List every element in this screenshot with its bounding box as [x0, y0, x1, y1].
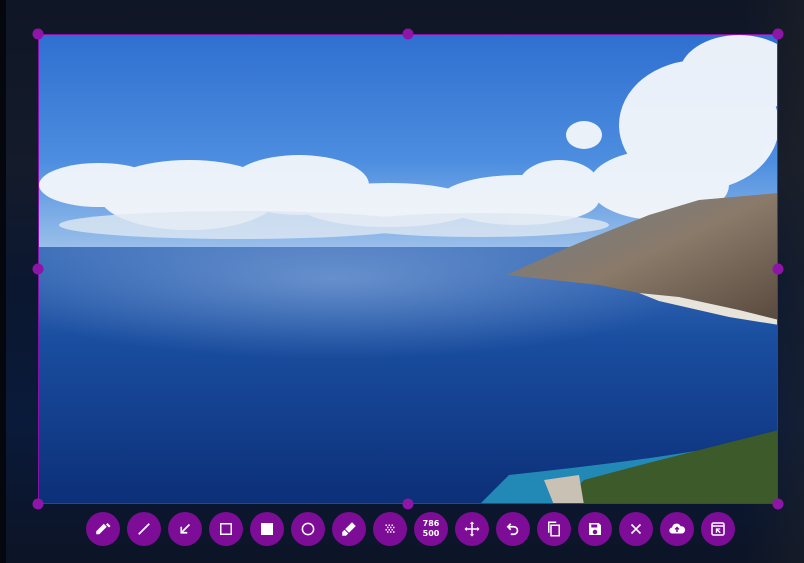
- handle-top-right[interactable]: [772, 28, 784, 40]
- backdrop-edge: [0, 0, 6, 563]
- handle-bottom-left[interactable]: [32, 498, 44, 510]
- marker-tool-button[interactable]: [332, 512, 366, 546]
- copy-icon: [548, 521, 560, 537]
- handle-top-left[interactable]: [32, 28, 44, 40]
- close-icon: [630, 523, 642, 535]
- circle-icon: [301, 522, 315, 536]
- pin-button[interactable]: [701, 512, 735, 546]
- line-tool-button[interactable]: [127, 512, 161, 546]
- undo-button[interactable]: [496, 512, 530, 546]
- pencil-tool-button[interactable]: [86, 512, 120, 546]
- selection-height: 500: [422, 529, 440, 538]
- handle-left[interactable]: [32, 263, 44, 275]
- pencil-icon: [96, 523, 111, 535]
- line-icon: [138, 523, 150, 535]
- upload-icon: [669, 523, 686, 534]
- marker-icon: [342, 522, 356, 536]
- arrow-tool-button[interactable]: [168, 512, 202, 546]
- selection-width: 786: [422, 519, 440, 528]
- save-button[interactable]: [578, 512, 612, 546]
- pixelate-tool-button[interactable]: [373, 512, 407, 546]
- filled-rectangle-icon: [261, 523, 273, 535]
- filled-rectangle-tool-button[interactable]: [250, 512, 284, 546]
- undo-icon: [506, 523, 519, 536]
- close-button[interactable]: [619, 512, 653, 546]
- captured-photo: [39, 35, 777, 503]
- selection-size-indicator: 786 500: [414, 512, 448, 546]
- handle-bottom[interactable]: [402, 498, 414, 510]
- save-icon: [589, 523, 601, 535]
- pin-icon: [711, 522, 725, 536]
- move-icon: [464, 521, 480, 537]
- handle-top[interactable]: [402, 28, 414, 40]
- upload-button[interactable]: [660, 512, 694, 546]
- rectangle-tool-button[interactable]: [209, 512, 243, 546]
- capture-selection[interactable]: [38, 34, 778, 504]
- capture-toolbar: 786 500: [86, 512, 735, 546]
- rectangle-icon: [220, 523, 232, 535]
- handle-right[interactable]: [772, 263, 784, 275]
- copy-button[interactable]: [537, 512, 571, 546]
- move-tool-button[interactable]: [455, 512, 489, 546]
- handle-bottom-right[interactable]: [772, 498, 784, 510]
- pixelate-icon: [385, 524, 395, 533]
- arrow-icon: [180, 523, 191, 534]
- circle-tool-button[interactable]: [291, 512, 325, 546]
